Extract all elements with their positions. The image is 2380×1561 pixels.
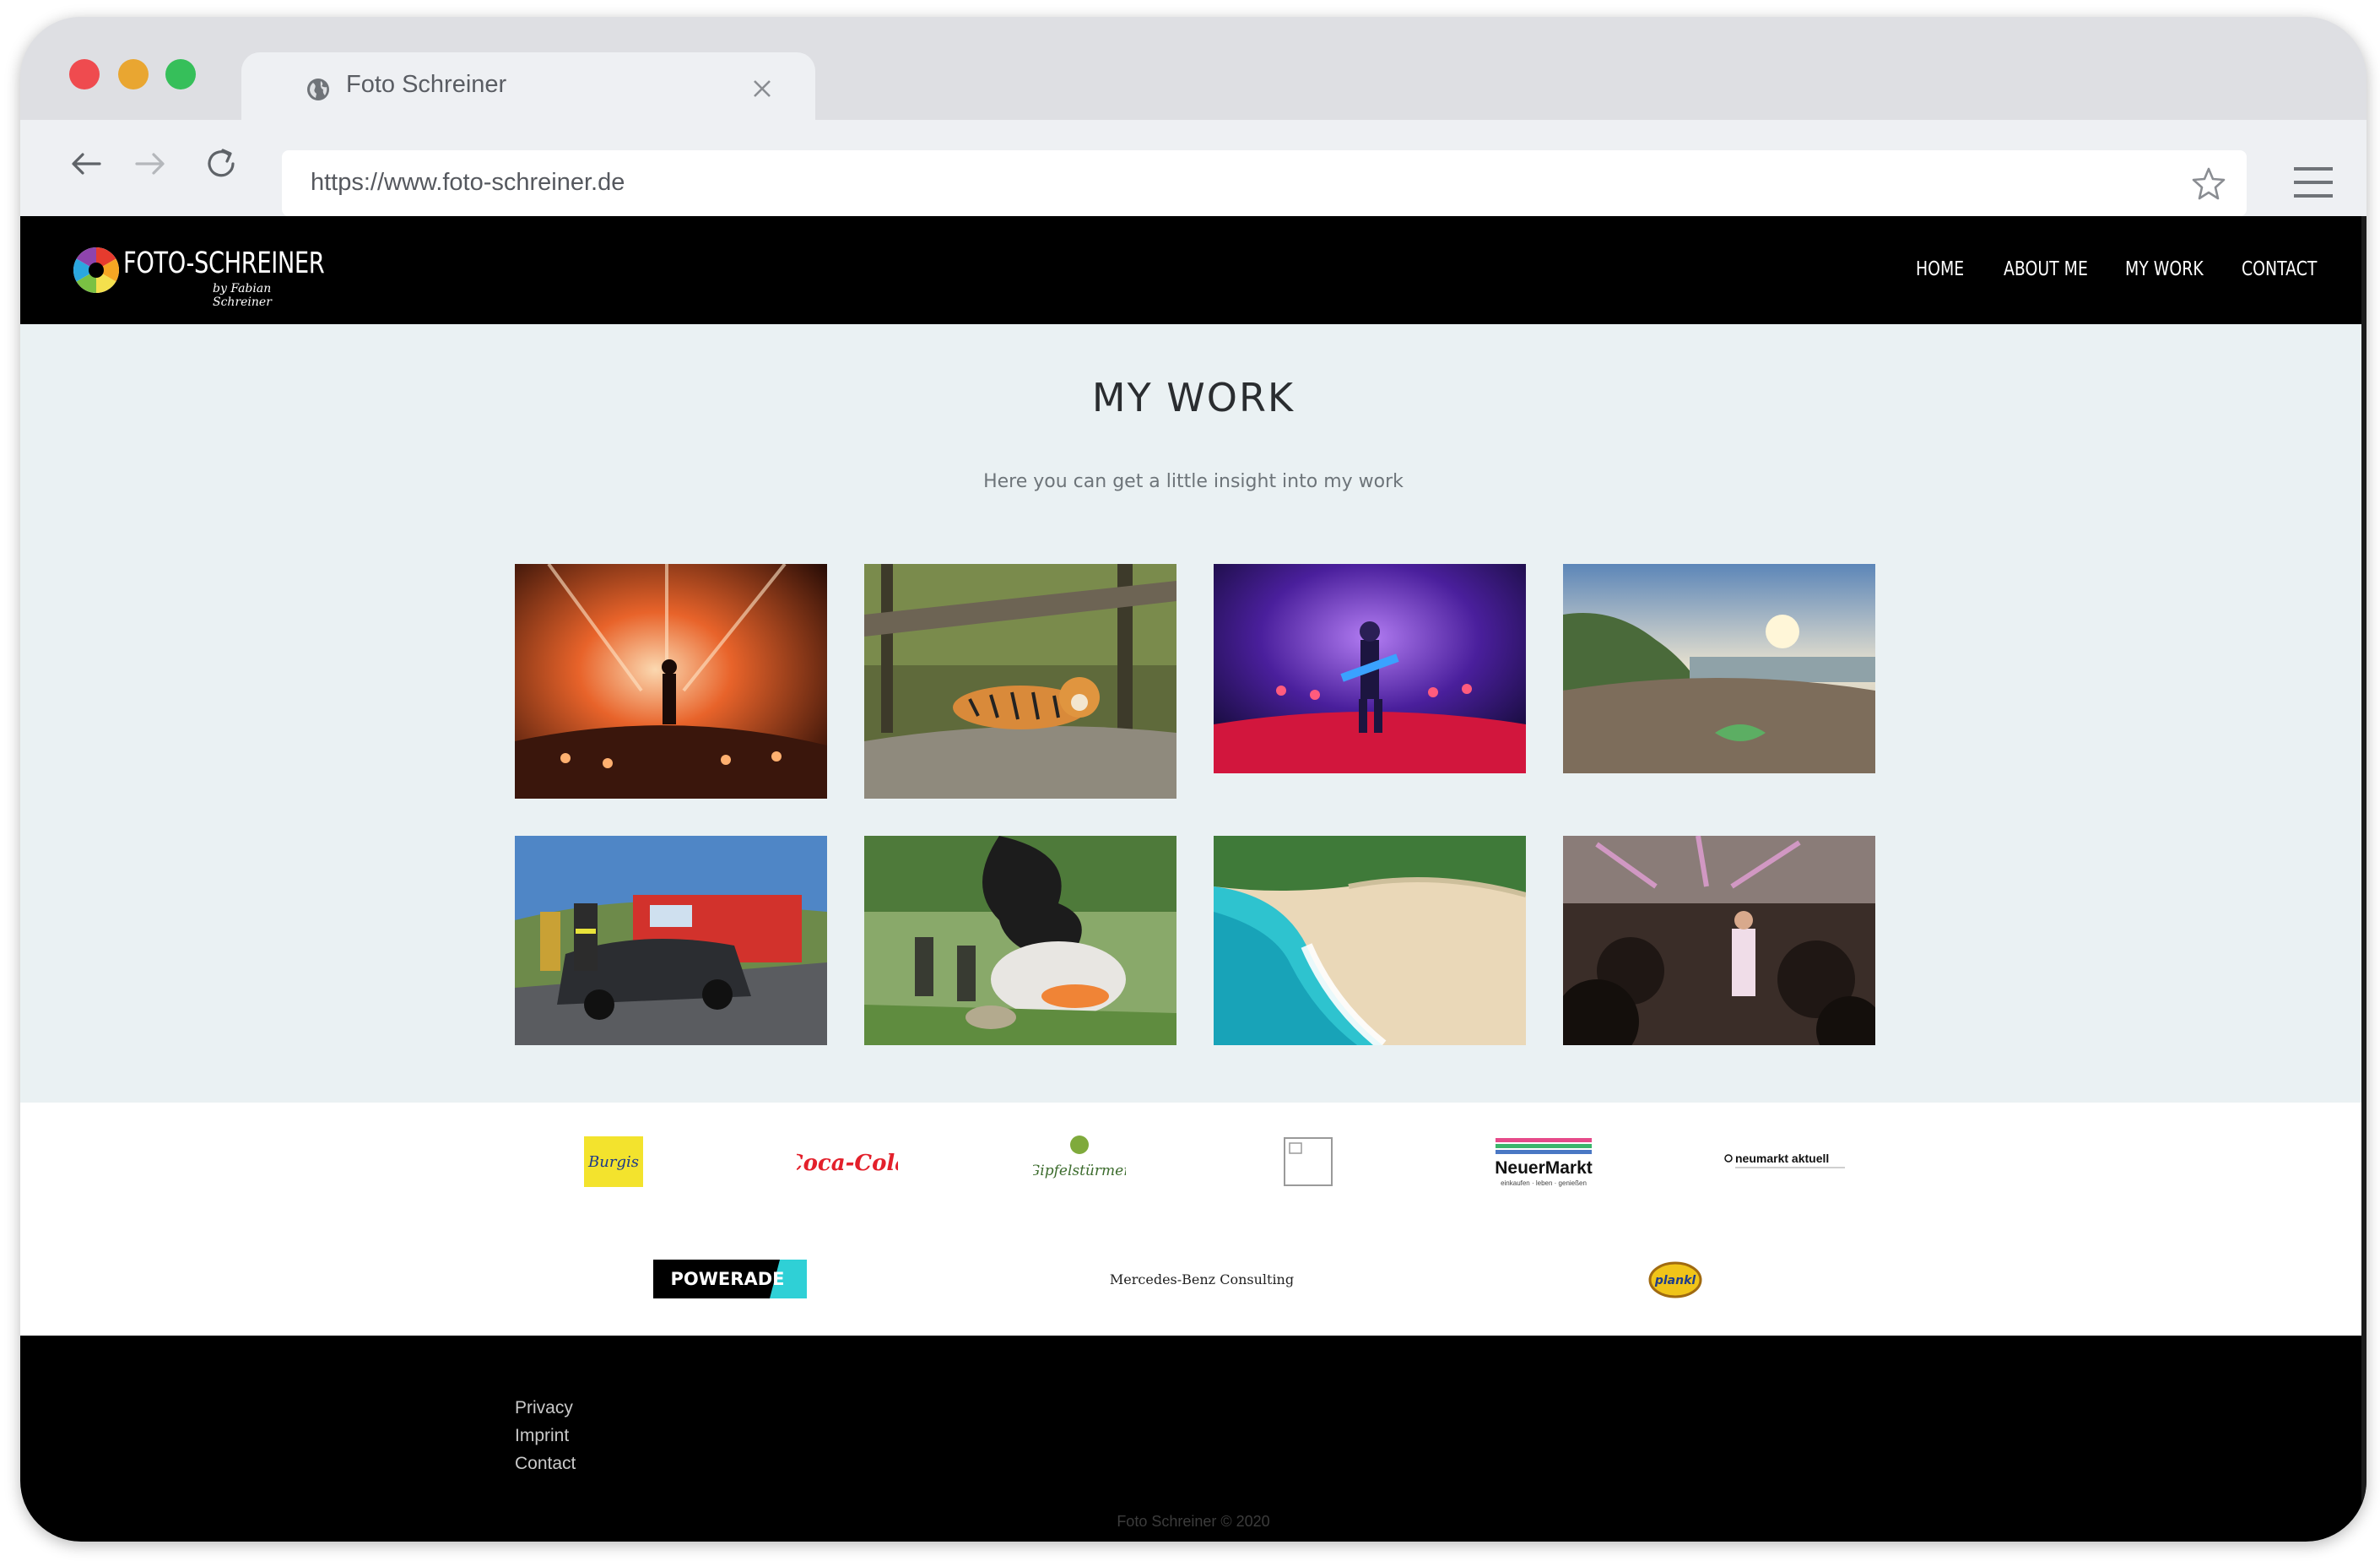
maximize-window-button[interactable] — [165, 59, 196, 89]
neuer-markt-tagline: einkaufen · leben · genießen — [1501, 1179, 1587, 1187]
gallery-photo-singer-crowd[interactable] — [1563, 836, 1875, 1045]
browser-tab[interactable]: Foto Schreiner — [241, 52, 815, 123]
neuer-markt-logo-text: NeuerMarkt — [1495, 1158, 1593, 1178]
forward-arrow-icon[interactable] — [132, 145, 169, 182]
gipfelstuermer-logo[interactable]: Gipfelstürmer — [1029, 1133, 1131, 1189]
url-field[interactable]: https://www.foto-schreiner.de — [282, 150, 2247, 216]
gipfelstuermer-logo-text: Gipfelstürmer — [1033, 1163, 1126, 1179]
site-footer: Privacy Imprint Contact Foto Schreiner ©… — [20, 1336, 2366, 1542]
nav-about-me[interactable]: ABOUT ME — [2004, 258, 2088, 280]
footer-link-contact[interactable]: Contact — [515, 1454, 576, 1474]
site-header: FOTO-SCHREINER by Fabian Schreiner HOME … — [20, 216, 2366, 324]
neumarkt-aktuell-logo-text: neumarkt aktuell — [1735, 1152, 1829, 1165]
aperture-logo-icon — [73, 247, 120, 293]
nav-home[interactable]: HOME — [1916, 258, 1964, 280]
coca-cola-logo[interactable]: Coca-Cola — [786, 1143, 909, 1182]
gallery-photo-tiger[interactable] — [864, 564, 1176, 799]
plankl-logo-text: plankl — [1654, 1274, 1696, 1287]
logo-text: FOTO-SCHREINER — [123, 247, 325, 280]
section-title: MY WORK — [1091, 375, 1295, 420]
footer-copyright: Foto Schreiner © 2020 — [1117, 1513, 1270, 1530]
gallery-photo-concert-stage[interactable] — [515, 564, 827, 799]
partner-logos-band: Burgis Coca-Cola Gipfelstürmer — [20, 1103, 2366, 1336]
nav-my-work[interactable]: MY WORK — [2125, 258, 2204, 280]
powerade-logo-text: POWERADE — [671, 1269, 785, 1289]
site-logo[interactable]: FOTO-SCHREINER by Fabian Schreiner — [73, 241, 326, 309]
tab-title: Foto Schreiner — [346, 71, 507, 98]
section-subtitle: Here you can get a little insight into m… — [983, 471, 1404, 492]
back-arrow-icon[interactable] — [68, 145, 105, 182]
neuer-markt-logo[interactable]: NeuerMarkt einkaufen · leben · genießen — [1489, 1136, 1598, 1192]
gallery-photo-coast-sunset[interactable] — [1563, 564, 1875, 773]
mercedes-logo-text: Mercedes-Benz Consulting — [1110, 1271, 1294, 1287]
url-text: https://www.foto-schreiner.de — [311, 169, 625, 196]
logo-signature: by Fabian Schreiner — [213, 282, 272, 309]
bookmark-star-icon[interactable] — [2191, 165, 2226, 201]
mercedes-benz-consulting-logo[interactable]: Mercedes-Benz Consulting — [1101, 1268, 1303, 1292]
browser-window: Foto Schreiner https://www.foto-schreine… — [20, 17, 2366, 1542]
powerade-logo[interactable]: POWERADE — [653, 1260, 807, 1298]
nav-contact[interactable]: CONTACT — [2242, 258, 2317, 280]
close-tab-icon[interactable] — [751, 78, 773, 100]
minimize-window-button[interactable] — [118, 59, 149, 89]
footer-link-imprint[interactable]: Imprint — [515, 1426, 569, 1446]
gallery-photo-tropical-beach[interactable] — [1214, 836, 1526, 1045]
gallery-photo-guitarist-stage[interactable] — [1214, 564, 1526, 773]
gallery-photo-car-fire[interactable] — [864, 836, 1176, 1045]
globe-icon — [307, 79, 329, 100]
footer-link-privacy[interactable]: Privacy — [515, 1398, 573, 1418]
burgis-logo[interactable]: Burgis — [584, 1136, 643, 1187]
neumarkt-aktuell-logo[interactable]: neumarkt aktuell — [1722, 1148, 1848, 1173]
page-scrollbar[interactable] — [2361, 216, 2366, 1542]
plankl-logo[interactable]: plankl — [1647, 1260, 1703, 1300]
coca-cola-logo-text: Coca-Cola — [797, 1151, 898, 1176]
burgis-logo-text: Burgis — [587, 1153, 639, 1171]
broken-image-placeholder — [1283, 1136, 1333, 1187]
close-window-button[interactable] — [69, 59, 100, 89]
gallery-photo-accident-firefighters[interactable] — [515, 836, 827, 1045]
tab-bar: Foto Schreiner — [20, 17, 2366, 123]
hamburger-menu-icon[interactable] — [2292, 164, 2334, 201]
reload-icon[interactable] — [203, 145, 240, 182]
web-page: FOTO-SCHREINER by Fabian Schreiner HOME … — [20, 216, 2366, 1542]
